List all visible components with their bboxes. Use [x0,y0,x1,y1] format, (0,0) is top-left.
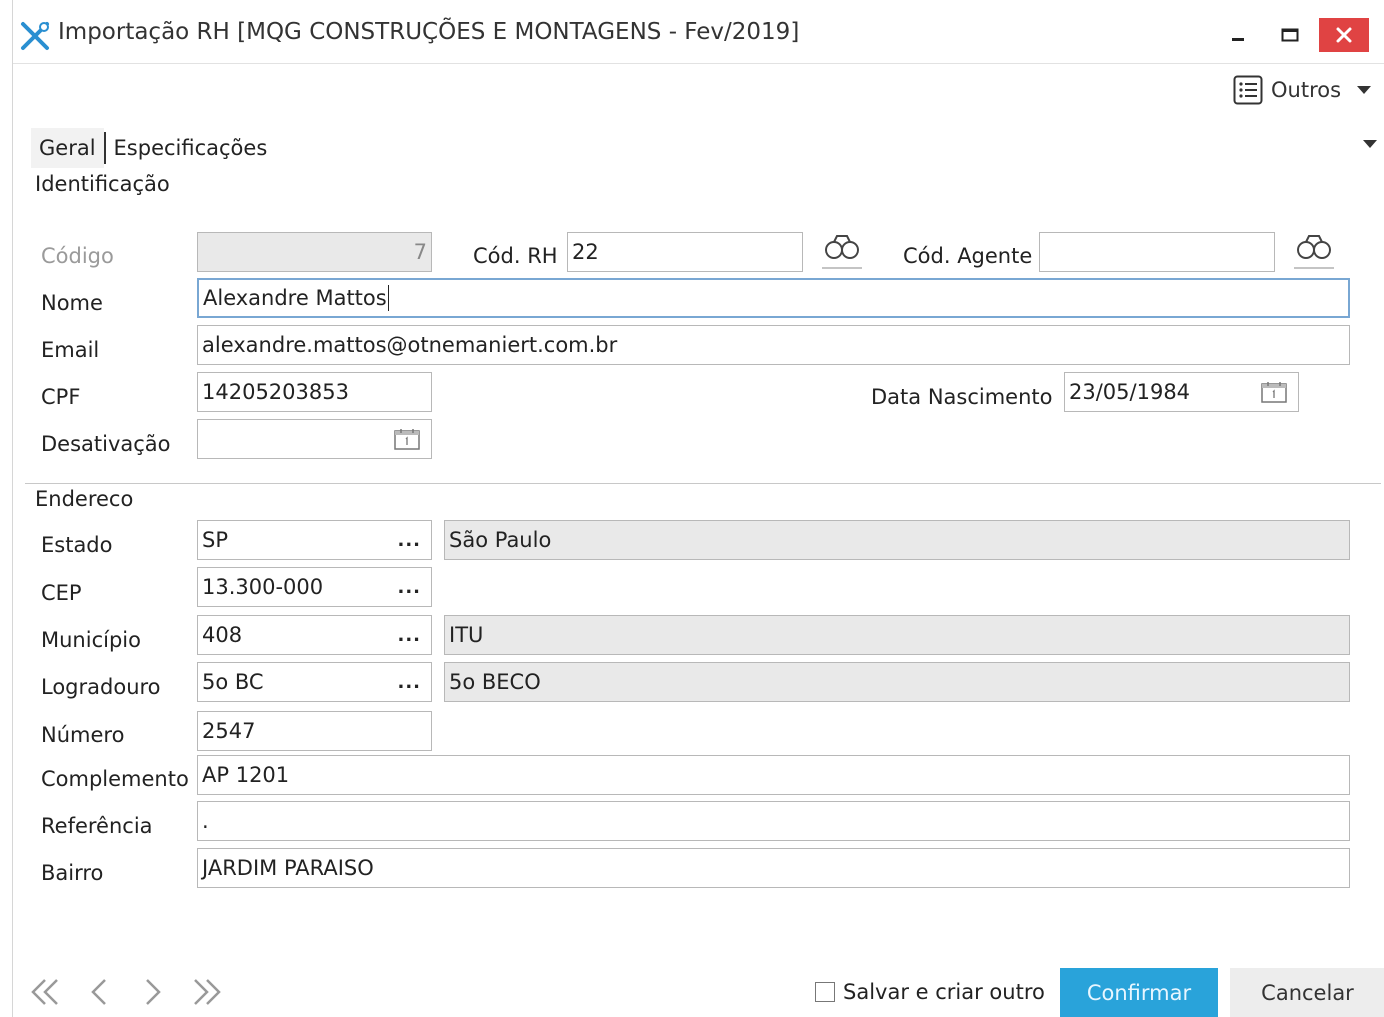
nome-label: Nome [41,291,103,315]
binoculars-icon[interactable] [1291,230,1337,270]
cod-rh-value: 22 [572,240,599,264]
estado-code: SP [202,528,228,552]
save-and-new-option[interactable]: Salvar e criar outro [815,980,1045,1004]
cep-lookup-button[interactable]: ... [397,577,421,598]
municipio-code: 408 [202,623,243,647]
cod-rh-input[interactable]: 22 [567,232,803,272]
referencia-input[interactable]: . [197,801,1350,841]
data-nascimento-input[interactable]: 23/05/1984 [1064,372,1299,412]
codigo-value: 7 [413,240,427,264]
section-identificacao: Identificação [35,172,170,196]
chevron-down-icon [1357,86,1372,94]
estado-input[interactable]: SP ... [197,520,432,560]
cep-input[interactable]: 13.300-000 ... [197,567,432,607]
referencia-value: . [202,809,209,833]
estado-description: São Paulo [444,520,1350,560]
window-title: Importação RH [MQG CONSTRUÇÕES E MONTAGE… [58,19,800,45]
numero-label: Número [41,723,125,747]
cancel-button[interactable]: Cancelar [1230,968,1384,1017]
tab-especificacoes[interactable]: Especificações [106,128,276,168]
data-nascimento-value: 23/05/1984 [1069,380,1191,404]
desativacao-input[interactable] [197,419,432,459]
previous-record-button[interactable] [79,972,119,1012]
minimize-button[interactable] [1213,18,1263,52]
logradouro-lookup-button[interactable]: ... [397,672,421,693]
estado-label: Estado [41,533,113,557]
complemento-label: Complemento [41,767,189,791]
logradouro-code: 5o BC [202,670,264,694]
complemento-input[interactable]: AP 1201 [197,755,1350,795]
logradouro-description: 5o BECO [444,662,1350,702]
cep-label: CEP [41,581,82,605]
next-record-button[interactable] [133,972,173,1012]
save-and-new-checkbox[interactable] [815,982,835,1002]
close-button[interactable] [1319,18,1369,52]
estado-description-value: São Paulo [449,528,552,552]
tools-icon [21,22,49,50]
cpf-input[interactable]: 14205203853 [197,372,432,412]
cpf-label: CPF [41,385,81,409]
cod-agente-input[interactable] [1039,232,1275,272]
email-label: Email [41,338,100,362]
municipio-description: ITU [444,615,1350,655]
cep-value: 13.300-000 [202,575,324,599]
last-record-button[interactable] [187,972,227,1012]
codigo-field: 7 [197,232,432,272]
logradouro-input[interactable]: 5o BC ... [197,662,432,702]
list-icon [1233,75,1263,105]
cpf-value: 14205203853 [202,380,349,404]
bairro-value: JARDIM PARAISO [202,856,374,880]
tab-geral[interactable]: Geral [31,128,104,168]
first-record-icon [31,979,58,1005]
logradouro-description-value: 5o BECO [449,670,541,694]
record-navigation [25,972,227,1012]
logradouro-label: Logradouro [41,675,161,699]
section-endereco: Endereco [35,487,134,511]
outros-label: Outros [1271,78,1342,102]
outros-menu[interactable]: Outros [1233,72,1372,108]
section-divider [25,483,1381,484]
estado-lookup-button[interactable]: ... [397,530,421,551]
maximize-button[interactable] [1265,18,1315,52]
nome-value: Alexandre Mattos [203,286,387,310]
referencia-label: Referência [41,814,153,838]
cod-rh-label: Cód. RH [473,244,558,268]
municipio-lookup-button[interactable]: ... [397,625,421,646]
bairro-input[interactable]: JARDIM PARAISO [197,848,1350,888]
numero-input[interactable]: 2547 [197,711,432,751]
next-record-icon [146,979,161,1005]
cod-agente-label: Cód. Agente [903,244,1033,268]
desativacao-label: Desativação [41,432,171,456]
municipio-input[interactable]: 408 ... [197,615,432,655]
confirm-button[interactable]: Confirmar [1060,968,1218,1017]
email-value: alexandre.mattos@otnemaniert.com.br [202,333,618,357]
calendar-icon[interactable] [393,427,421,451]
previous-record-icon [91,979,106,1005]
numero-value: 2547 [202,719,256,743]
save-and-new-label: Salvar e criar outro [843,980,1045,1004]
tabs-dropdown-icon[interactable] [1363,140,1377,148]
codigo-label: Código [41,244,114,268]
email-input[interactable]: alexandre.mattos@otnemaniert.com.br [197,325,1350,365]
complemento-value: AP 1201 [202,763,290,787]
last-record-icon [194,979,221,1005]
data-nascimento-label: Data Nascimento [871,385,1053,409]
dialog-window: Importação RH [MQG CONSTRUÇÕES E MONTAGE… [12,0,1384,1017]
maximize-icon [1281,28,1299,42]
title-bar: Importação RH [MQG CONSTRUÇÕES E MONTAGE… [13,0,1384,64]
binoculars-icon[interactable] [819,230,865,270]
first-record-button[interactable] [25,972,65,1012]
minimize-icon [1232,38,1244,41]
municipio-description-value: ITU [449,623,484,647]
text-caret [387,285,389,311]
nome-input[interactable]: Alexandre Mattos [197,278,1350,318]
close-icon [1336,27,1352,43]
calendar-icon[interactable] [1260,380,1288,404]
bairro-label: Bairro [41,861,104,885]
municipio-label: Município [41,628,141,652]
tab-bar: Geral Especificações [31,128,275,168]
